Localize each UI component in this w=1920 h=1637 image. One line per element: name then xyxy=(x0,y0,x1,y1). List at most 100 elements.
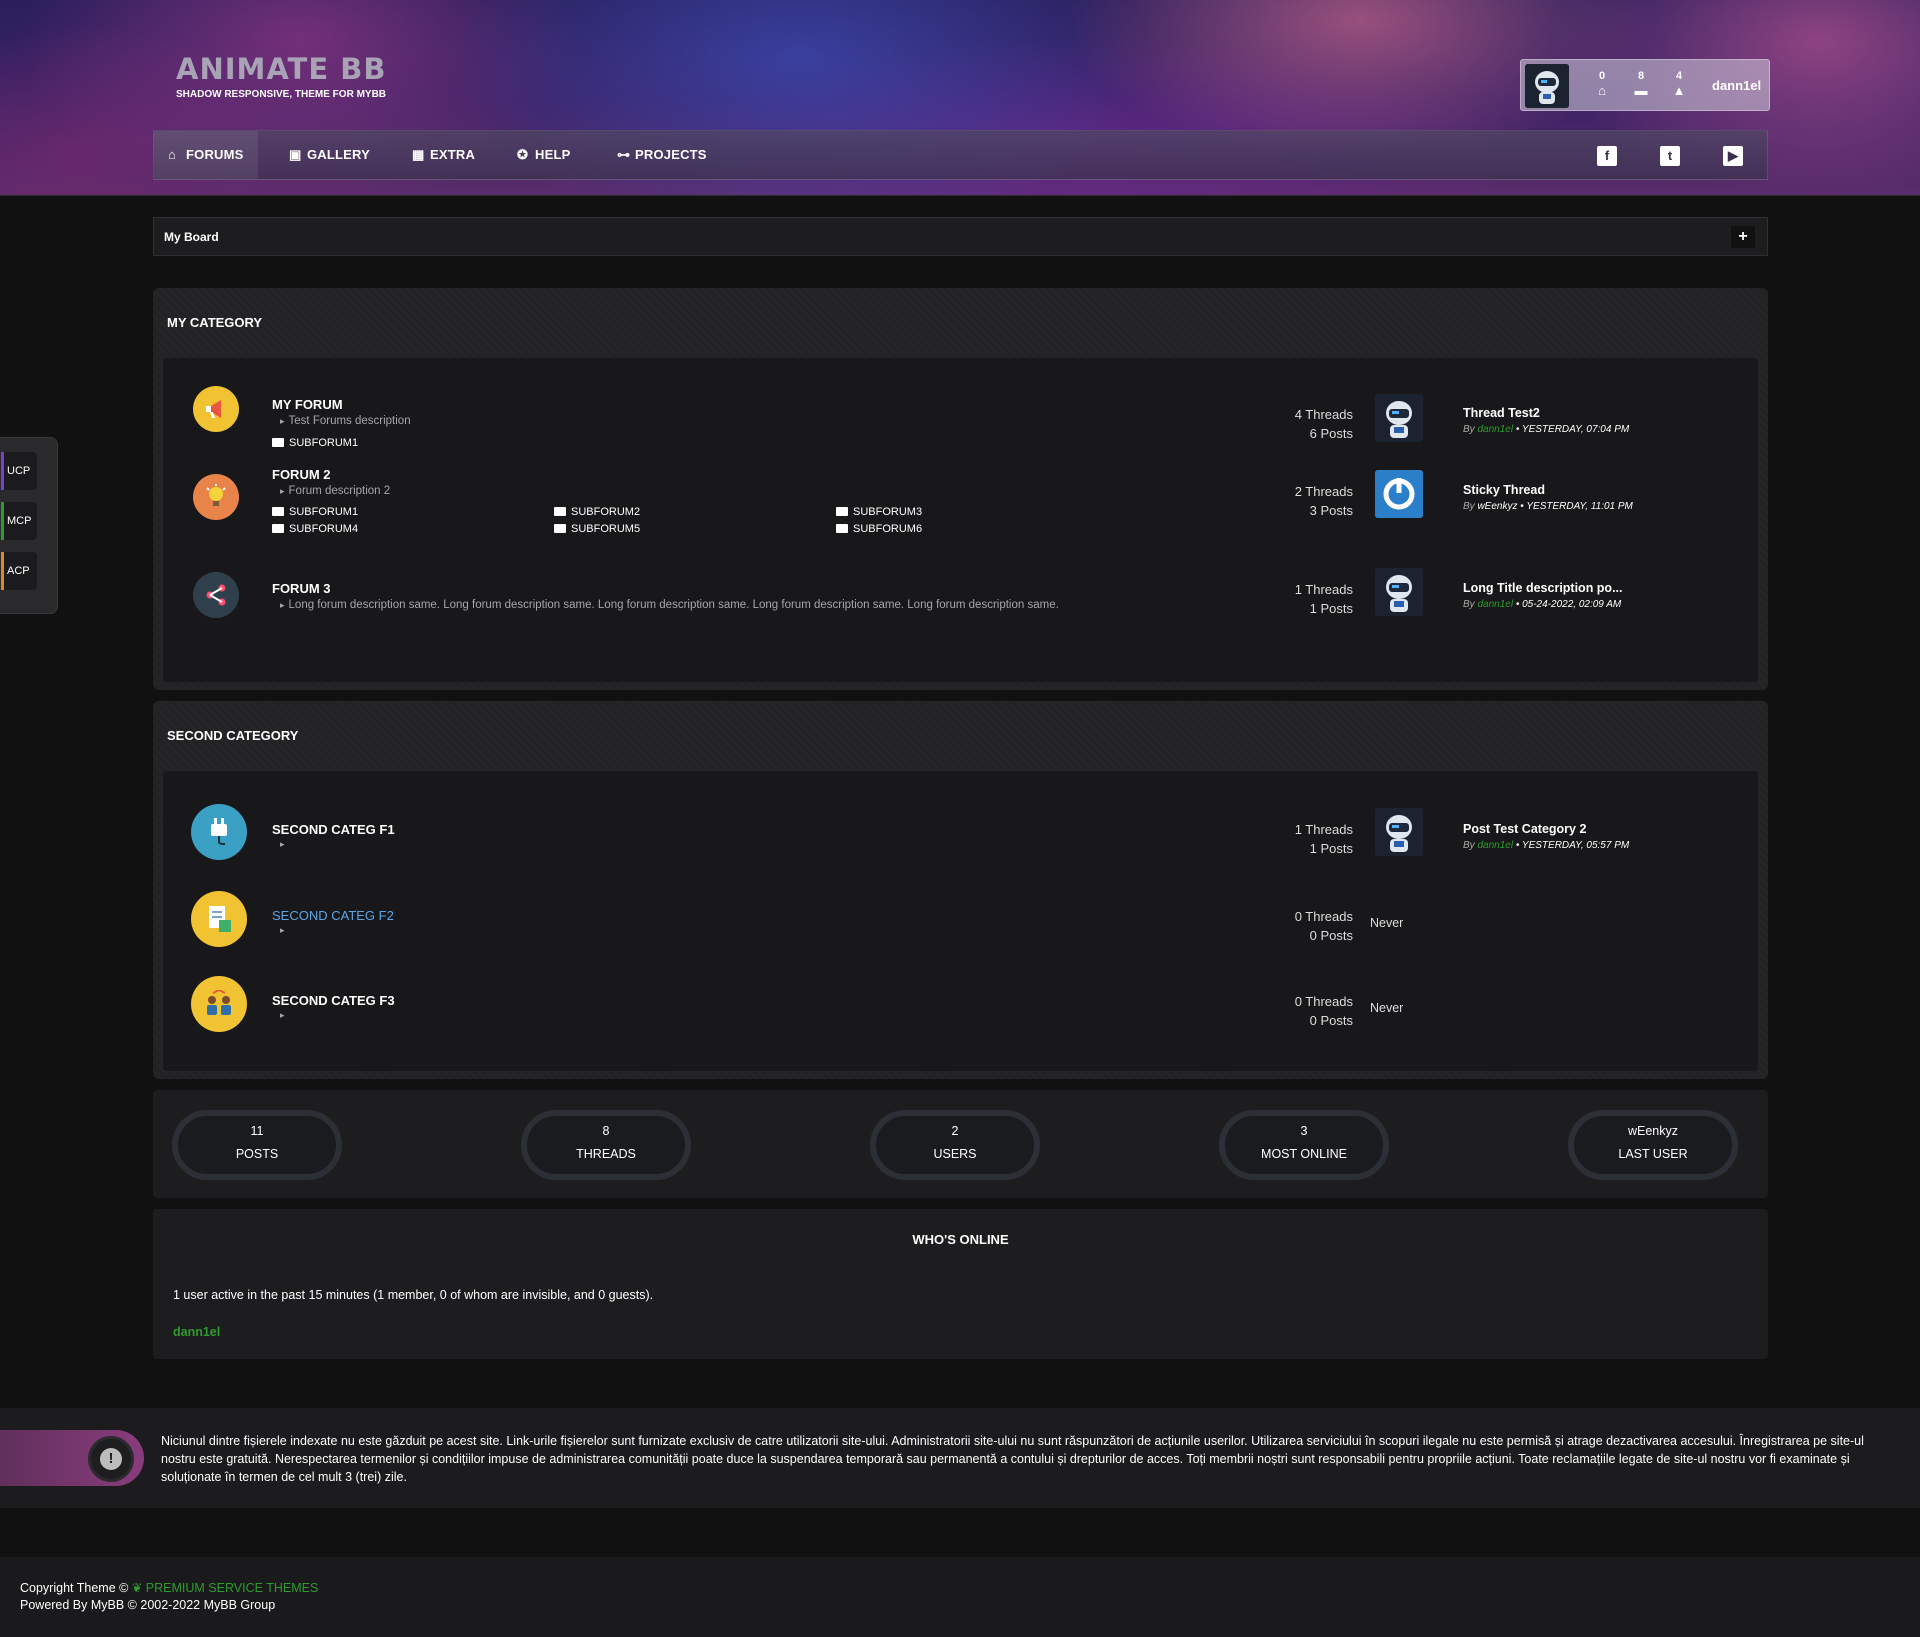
last-post-meta: By dann1el • YESTERDAY, 05:57 PM xyxy=(1463,840,1629,851)
stat-posts: 11 POSTS xyxy=(172,1110,342,1180)
last-post-never: Never xyxy=(1370,916,1404,930)
by-label: By xyxy=(1463,840,1475,851)
last-post-title[interactable]: Long Title description po... xyxy=(1463,581,1623,595)
breadcrumb: My Board + xyxy=(153,217,1768,256)
thread-count: 2 Threads xyxy=(1294,484,1353,499)
last-post-title[interactable]: Thread Test2 xyxy=(1463,406,1540,420)
inbox-counter[interactable]: 0 ⌂ xyxy=(1591,70,1613,98)
stat-label: USERS xyxy=(933,1147,977,1161)
last-post-meta: By wEenkyz • YESTERDAY, 11:01 PM xyxy=(1463,501,1633,512)
last-poster-link[interactable]: dann1el xyxy=(1477,599,1513,610)
subforum-link[interactable]: SUBFORUM6 xyxy=(836,523,922,535)
sitemap-icon: ⊶ xyxy=(617,147,631,162)
forum-counts: 0 Threads 0 Posts xyxy=(1213,992,1353,1030)
last-post-date: • YESTERDAY, 05:57 PM xyxy=(1515,840,1630,851)
subforum-link[interactable]: SUBFORUM2 xyxy=(554,506,640,518)
forum-description: Long forum description same. Long forum … xyxy=(272,599,1059,611)
disclaimer-text: Niciunul dintre fișierele indexate nu es… xyxy=(161,1434,1864,1484)
last-poster-avatar[interactable] xyxy=(1375,470,1423,518)
tab-ucp[interactable]: UCP xyxy=(1,452,37,490)
online-user-link[interactable]: dann1el xyxy=(173,1325,220,1339)
tab-acp[interactable]: ACP xyxy=(1,552,37,590)
by-label: By xyxy=(1463,599,1475,610)
tab-acp-label: ACP xyxy=(7,565,30,577)
last-poster-link[interactable]: dann1el xyxy=(1477,840,1513,851)
username-link[interactable]: dann1el xyxy=(1712,78,1761,93)
header-banner: ANIMATE BB SHADOW RESPONSIVE, THEME FOR … xyxy=(0,0,1920,196)
main-navbar: ⌂ FORUMS ▣ GALLERY ▦ EXTRA ✪ HELP ⊶ PROJECTS … xyxy=(153,130,1768,180)
youtube-icon[interactable]: ▶ xyxy=(1723,146,1743,166)
theme-link[interactable]: PREMIUM SERVICE THEMES xyxy=(146,1581,319,1595)
user-avatar[interactable] xyxy=(1525,64,1569,108)
calendar-counter[interactable]: 8 ▬ xyxy=(1630,70,1652,98)
copyright-text: Copyright Theme © xyxy=(20,1581,129,1595)
stat-value: 2 xyxy=(951,1124,959,1138)
twitter-icon[interactable]: t xyxy=(1660,146,1680,166)
category-panel: SECOND CATEGORY SECOND CATEG F1 1 Thread… xyxy=(153,701,1768,1079)
breadcrumb-home[interactable]: My Board xyxy=(164,230,219,244)
forum-description: Test Forums description xyxy=(272,415,411,427)
admin-side-tabs: UCP MCP ACP xyxy=(0,437,58,614)
last-poster-avatar[interactable] xyxy=(1375,568,1423,616)
forum-title[interactable]: SECOND CATEG F2 xyxy=(272,908,394,923)
last-post-date: • YESTERDAY, 07:04 PM xyxy=(1515,424,1630,435)
tab-mcp[interactable]: MCP xyxy=(1,502,37,540)
expand-button[interactable]: + xyxy=(1731,226,1755,248)
last-poster-link[interactable]: dann1el xyxy=(1477,424,1513,435)
stat-last-user[interactable]: wEenkyz LAST USER xyxy=(1568,1110,1738,1180)
stat-value: 11 xyxy=(250,1124,264,1138)
nav-help[interactable]: ✪ HELP xyxy=(503,131,584,179)
whos-online-title[interactable]: WHO'S ONLINE xyxy=(153,1232,1768,1247)
forum-row: SECOND CATEG F3 0 Threads 0 Posts Never xyxy=(163,968,1758,1048)
nav-gallery-label: GALLERY xyxy=(307,147,371,162)
logo-title[interactable]: ANIMATE BB xyxy=(176,52,386,86)
inbox-count: 0 xyxy=(1598,70,1606,82)
last-poster-avatar[interactable] xyxy=(1375,808,1423,856)
subforum-link[interactable]: SUBFORUM1 xyxy=(272,437,358,449)
subforum-link[interactable]: SUBFORUM5 xyxy=(554,523,640,535)
last-post-title[interactable]: Post Test Category 2 xyxy=(1463,822,1586,836)
last-post-meta: By dann1el • YESTERDAY, 07:04 PM xyxy=(1463,424,1629,435)
subforum-link[interactable]: SUBFORUM4 xyxy=(272,523,358,535)
facebook-icon[interactable]: f xyxy=(1597,146,1617,166)
subforum-link[interactable]: SUBFORUM1 xyxy=(272,506,358,518)
last-post-title[interactable]: Sticky Thread xyxy=(1463,483,1545,497)
last-poster-avatar[interactable] xyxy=(1375,394,1423,442)
nav-forums[interactable]: ⌂ FORUMS xyxy=(154,131,258,179)
image-icon: ▣ xyxy=(289,147,302,162)
forum-list: SECOND CATEG F1 1 Threads 1 Posts Post T… xyxy=(163,771,1758,1071)
copyright-line: Copyright Theme © ❦ PREMIUM SERVICE THEM… xyxy=(20,1580,318,1595)
home-icon: ⌂ xyxy=(168,147,177,162)
notifications-counter[interactable]: 4 ▲ xyxy=(1668,70,1690,98)
category-title[interactable]: SECOND CATEGORY xyxy=(167,728,298,743)
forum-title[interactable]: FORUM 2 xyxy=(272,467,331,482)
category-title[interactable]: MY CATEGORY xyxy=(167,315,262,330)
tab-ucp-label: UCP xyxy=(7,465,31,477)
nav-gallery[interactable]: ▣ GALLERY xyxy=(275,131,384,179)
forum-counts: 4 Threads 6 Posts xyxy=(1213,405,1353,443)
share-icon xyxy=(193,572,239,618)
document-icon xyxy=(191,891,247,947)
nav-extra[interactable]: ▦ EXTRA xyxy=(398,131,489,179)
team-icon xyxy=(191,976,247,1032)
stat-label: THREADS xyxy=(576,1147,636,1161)
forum-counts: 1 Threads 1 Posts xyxy=(1213,580,1353,618)
megaphone-icon xyxy=(193,386,239,432)
forum-title[interactable]: SECOND CATEG F3 xyxy=(272,993,395,1008)
inbox-icon: ⌂ xyxy=(1598,83,1606,98)
forum-title[interactable]: SECOND CATEG F1 xyxy=(272,822,395,837)
stat-threads: 8 THREADS xyxy=(521,1110,691,1180)
subforum-link[interactable]: SUBFORUM3 xyxy=(836,506,922,518)
last-poster-link[interactable]: wEenkyz xyxy=(1477,501,1517,512)
stat-users: 2 USERS xyxy=(870,1110,1040,1180)
forum-counts: 0 Threads 0 Posts xyxy=(1213,907,1353,945)
calendar-icon: ▬ xyxy=(1634,83,1648,98)
post-count: 1 Posts xyxy=(1309,601,1353,616)
nav-forums-label: FORUMS xyxy=(186,147,244,162)
post-count: 3 Posts xyxy=(1309,503,1353,518)
nav-projects[interactable]: ⊶ PROJECTS xyxy=(603,131,721,179)
forum-title[interactable]: FORUM 3 xyxy=(272,581,331,596)
last-post-never: Never xyxy=(1370,1001,1404,1015)
forum-row: FORUM 3 Long forum description same. Lon… xyxy=(163,564,1758,644)
forum-title[interactable]: MY FORUM xyxy=(272,397,343,412)
